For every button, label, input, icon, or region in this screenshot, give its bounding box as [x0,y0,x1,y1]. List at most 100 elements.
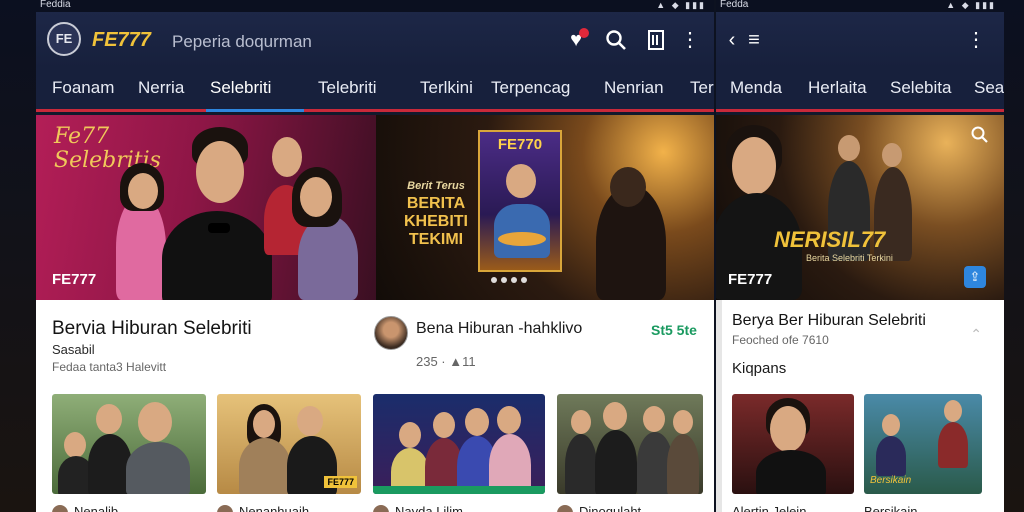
search-icon[interactable] [970,125,990,145]
tab-selebita[interactable]: Selebita [890,78,951,98]
more-menu-button[interactable]: ⋮ [676,26,704,54]
status-bar: Fedda ▲ ◆ ▮▮▮ [716,0,1004,12]
hero-person-5-face [610,167,646,207]
news-card-1[interactable] [52,394,206,494]
carrier-text: Feddia [40,0,71,10]
tab-indicator-active [206,109,304,112]
tab-nerria[interactable]: Nerria [138,78,184,98]
poster-person-face [506,164,536,198]
card-caption-4[interactable]: Dinoqulaht [557,504,641,512]
content-area: Bervia Hiburan Selebriti Sasabil Fedaa t… [36,300,714,512]
card-2-face-2 [944,400,962,422]
carousel-dots[interactable] [491,270,531,288]
hero-person-1-face [128,173,158,209]
poster-food-plate [498,232,546,246]
logo-icon[interactable]: FE [47,22,81,56]
card-1-face-2 [96,404,122,434]
feature-title[interactable]: Bena Hiburan -hahklivo [416,320,582,338]
tab-terpencag[interactable]: Terpencag [491,78,570,98]
card-2-caption: Nenanhuaih [239,504,310,512]
carrier-text: Fedda [720,0,749,10]
section-subtitle: Sasabil [52,342,95,357]
card-caption-2[interactable]: Bersikain [864,504,917,512]
more-vertical-icon: ⋮ [680,29,700,51]
author-avatar [217,504,233,512]
tab-nenrian[interactable]: Nenrian [604,78,664,98]
hero-banner[interactable]: NERISIL77 Berita Selebriti Terkini FE777… [716,115,1004,300]
author-avatar [557,504,573,512]
search-input[interactable]: Peperia doqurman [172,32,312,52]
right-edge [1004,0,1024,512]
hero-brand-tag: FE777 [52,271,97,288]
author-avatar [52,504,68,512]
news-card-2[interactable]: Bersikain [864,394,982,494]
search-icon [606,30,626,50]
notification-button[interactable]: ♥ [562,26,590,54]
feature-meta: 235 · ▲11 [416,354,476,369]
share-button[interactable]: ⇪ [964,266,986,288]
chevron-up-icon[interactable]: ⌃ [970,326,982,343]
card-4-person-1 [565,434,597,494]
news-card-1[interactable] [732,394,854,494]
status-icons: ▲ ◆ ▮▮▮ [656,0,706,10]
feature-badge: St5 5te [651,322,697,338]
promo-line-3: KHEBITI [404,213,468,230]
chevron-left-icon: ‹ [728,29,736,51]
card-1-person [756,450,826,494]
hero-brand-tag: FE777 [728,271,773,288]
more-menu-button[interactable]: ⋮ [962,26,990,54]
bookmark-button[interactable] [642,26,670,54]
hero-banner[interactable]: Fe77 Selebritis Berit Terus BERITA KHEBI… [36,115,714,300]
tab-telebriti[interactable]: Telebriti [318,78,377,98]
news-card-4[interactable] [557,394,703,494]
poster-title: FE770 [497,136,543,153]
card-2-overlay-text: Bersikain [870,475,912,486]
section-label: Kiqpans [732,360,787,377]
more-vertical-icon: ⋮ [966,29,986,51]
tab-herlaita[interactable]: Herlaita [808,78,867,98]
card-2-face-2 [297,406,323,436]
tab-foanam[interactable]: Foanam [52,78,114,98]
card-4-face-2 [603,402,627,430]
card-caption-1[interactable]: Nenalib [52,504,118,512]
carousel-dot[interactable] [511,277,517,283]
card-caption-2[interactable]: Nenanhuaih [217,504,309,512]
card-3-caption: Nayda Lilim [395,504,463,512]
feature-avatar[interactable] [374,316,408,350]
card-4-face-3 [643,406,665,432]
card-1-person-3 [126,442,190,494]
carousel-dot[interactable] [501,277,507,283]
hero-person-face [732,137,776,195]
hero-title: NERISIL77 [774,227,886,252]
card-caption-1[interactable]: Alertin Jelein [732,504,806,512]
card-caption-3[interactable]: Nayda Lilim [373,504,463,512]
card-3-face-4 [497,406,521,434]
tab-ter[interactable]: Ter [690,78,714,98]
hamburger-icon: ≡ [748,29,760,51]
tab-indicator-home [36,109,122,112]
hero-poster[interactable]: FE770 [478,130,562,272]
tab-selebriti[interactable]: Selebriti [210,78,271,98]
promo-line-2: BERITA [406,195,466,212]
right-app-screen: Fedda ▲ ◆ ▮▮▮ ‹ ≡ ⋮ Menda Herlaita Seleb… [716,0,1004,512]
hero-promo-text: Berit Terus BERITA KHEBITI TEKIMI [396,177,476,249]
tab-menda[interactable]: Menda [730,78,782,98]
tab-seat[interactable]: Seat [974,78,1004,98]
news-card-2[interactable]: FE777 [217,394,361,494]
card-4-person-2 [595,430,637,494]
card-4-person-4 [667,434,699,494]
search-button[interactable] [602,26,630,54]
carousel-dot[interactable] [491,277,497,283]
card-3-person-4 [489,434,531,494]
app-bar: ‹ ≡ ⋮ [716,12,1004,68]
menu-button[interactable]: ≡ [740,26,768,54]
section-title: Bervia Hiburan Selebriti [52,318,252,339]
card-2-person-1 [239,438,291,494]
news-card-3[interactable] [373,394,545,494]
hero-subtitle: Berita Selebriti Terkini [806,253,893,263]
carousel-dot[interactable] [521,277,527,283]
app-logo[interactable]: FE777 [92,29,151,52]
left-edge [0,0,36,512]
panel-divider [716,300,722,512]
tab-terlkini[interactable]: Terlkini [420,78,473,98]
